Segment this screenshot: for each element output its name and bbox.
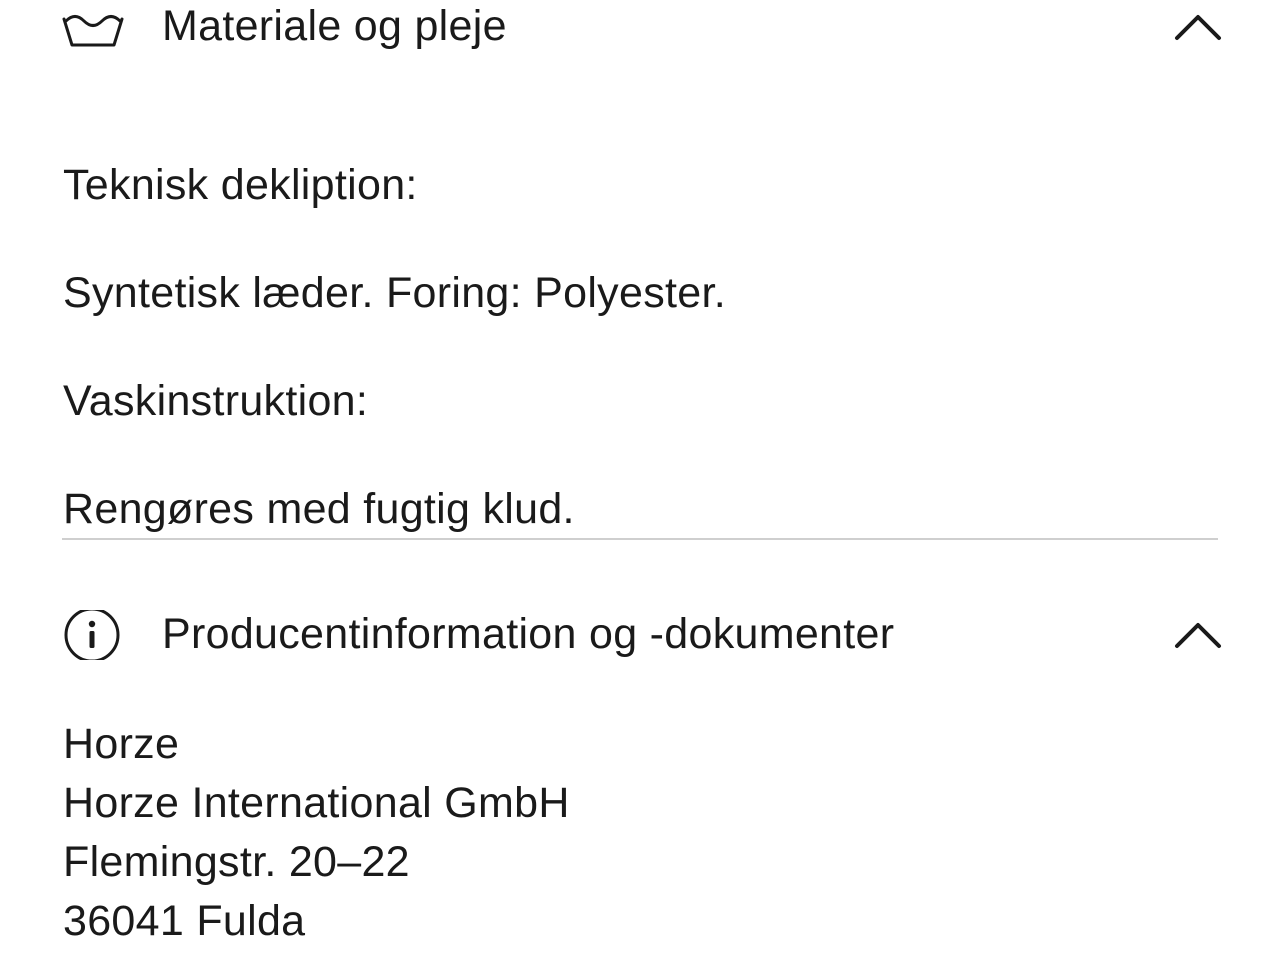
wash-basin-icon [62, 5, 124, 49]
wash-instruction-value: Rengøres med fugtig klud. [63, 485, 575, 533]
chevron-up-icon[interactable] [1170, 5, 1222, 49]
technical-description-label: Teknisk dekliption: [63, 161, 418, 209]
producer-address: Horze Horze International GmbH Flemingst… [63, 722, 570, 958]
address-line: Horze International GmbH [63, 779, 570, 827]
material-care-header[interactable]: Materiale og pleje [62, 2, 1222, 51]
wash-instruction-label: Vaskinstruktion: [63, 377, 369, 425]
producer-info-header[interactable]: Producentinformation og -dokumenter [62, 609, 1222, 660]
producer-info-title: Producentinformation og -dokumenter [162, 610, 895, 658]
section-divider [62, 538, 1218, 540]
address-line: Flemingstr. 20–22 [63, 838, 410, 886]
technical-description-value: Syntetisk læder. Foring: Polyester. [63, 269, 726, 317]
info-circle-icon [62, 609, 124, 660]
address-line: Horze [63, 720, 180, 768]
chevron-up-icon[interactable] [1170, 613, 1222, 657]
material-care-title: Materiale og pleje [162, 2, 507, 50]
address-line: 36041 Fulda [63, 897, 306, 945]
